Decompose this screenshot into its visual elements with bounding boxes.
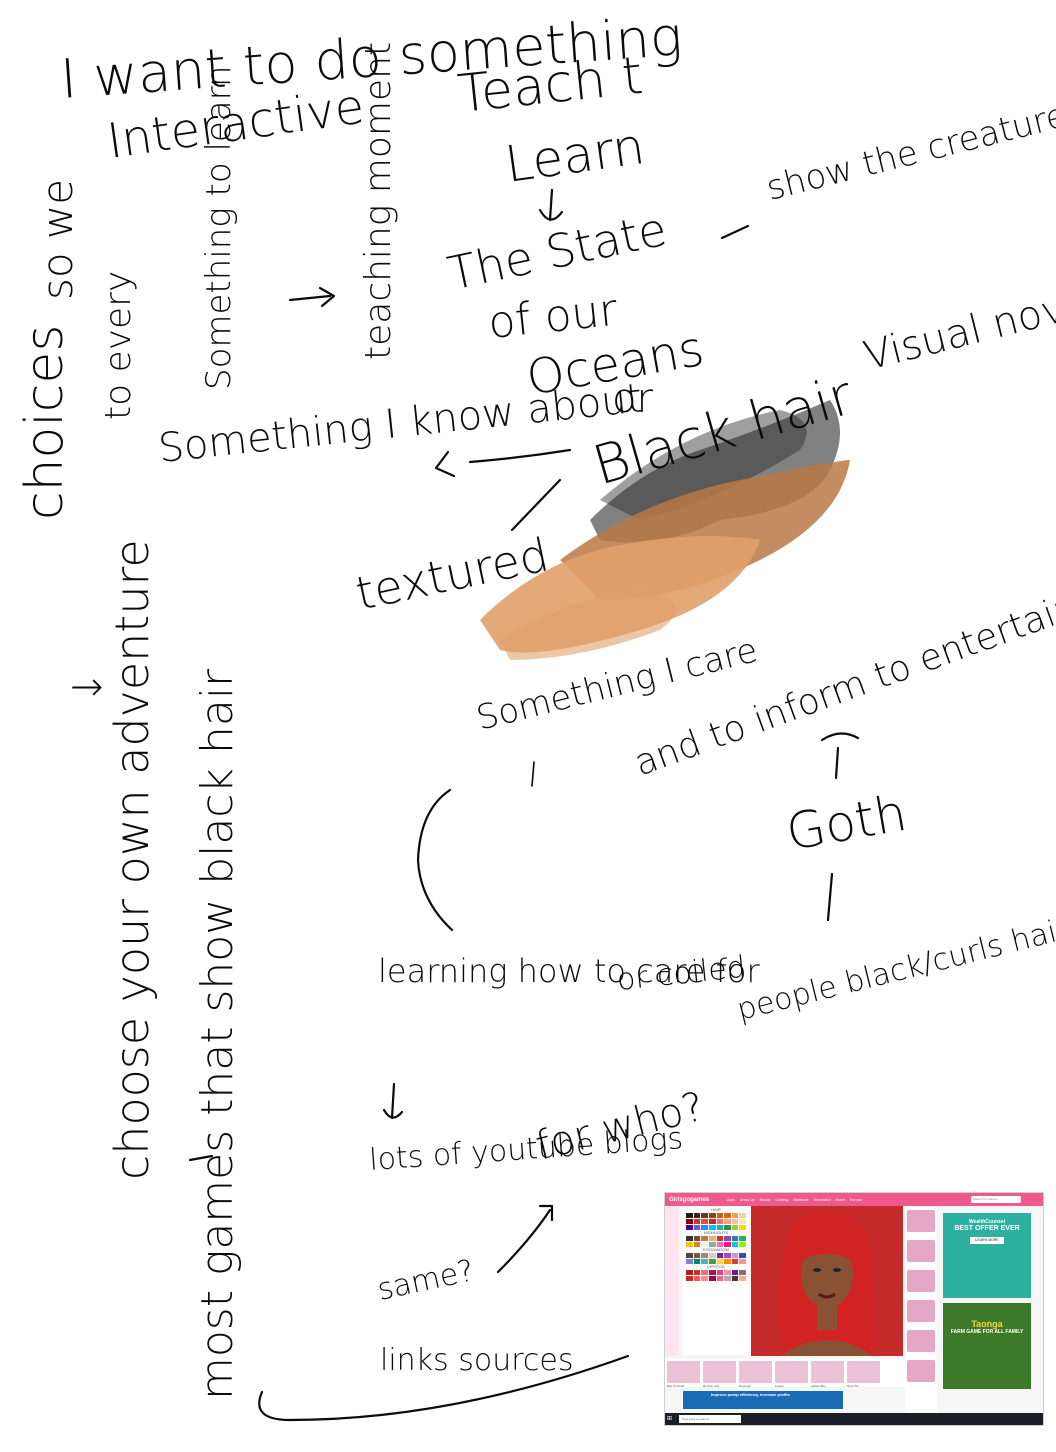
- strip-item[interactable]: Dreamygirl: [739, 1361, 772, 1388]
- nav-cooking[interactable]: Cooking: [776, 1198, 789, 1202]
- arrow-up-same: [496, 1204, 554, 1274]
- note-teaching-moment: teaching moment: [358, 42, 399, 360]
- note-choose-your-own: choose your own adventure: [105, 539, 159, 1180]
- site-header: Girlsgogames Apps Dress Up Beauty Cookin…: [665, 1193, 1043, 1206]
- nav-makeover[interactable]: Makeover: [793, 1198, 808, 1202]
- bottom-banner-ad[interactable]: Improve pump efficiency, increase profit…: [683, 1391, 843, 1409]
- game-stage[interactable]: [751, 1206, 903, 1356]
- note-to-every: to every: [98, 271, 139, 420]
- arrow-left-something: [434, 448, 572, 478]
- nav-decoration[interactable]: Decoration: [814, 1198, 831, 1202]
- hair-swatches[interactable]: [683, 1213, 749, 1230]
- strip-item-label: Dreamygirl: [739, 1385, 752, 1388]
- site-nav: Apps Dress Up Beauty Cooking Makeover De…: [727, 1198, 862, 1202]
- note-something-to-learn: Something to learn: [199, 65, 239, 390]
- strip-item-label: Fantasy: [775, 1385, 784, 1388]
- thumb-4[interactable]: [907, 1300, 935, 1322]
- nav-foryou[interactable]: For you: [850, 1198, 862, 1202]
- thumb-5[interactable]: [907, 1330, 935, 1352]
- search-input[interactable]: Search for Games: [971, 1196, 1021, 1203]
- nav-movie[interactable]: Movie: [836, 1198, 845, 1202]
- whiteboard-canvas: I want to do something Interactive Teach…: [0, 0, 1056, 1452]
- strip-item[interactable]: Fantasy: [775, 1361, 808, 1388]
- line-from-goth: [826, 872, 834, 922]
- ad-taonga[interactable]: Taonga FARM GAME FOR ALL FAMILY: [943, 1303, 1031, 1389]
- color-palette: HAIR HIGHLIGHTS EYESHADOW LIPSTICK: [683, 1207, 749, 1355]
- thumb-3[interactable]: [907, 1270, 935, 1292]
- tick-mark: [531, 761, 535, 787]
- left-rail: [665, 1206, 679, 1356]
- arrow-down-learn: [538, 188, 564, 222]
- arrow-down-lots: [382, 1082, 404, 1120]
- strip-item[interactable]: My Prom Look: [703, 1361, 736, 1388]
- note-visual-novel: Visual novel? not for me: [859, 218, 1056, 380]
- note-learn: Learn: [502, 117, 648, 194]
- note-creatures: show the creatures of the sea?: [763, 43, 1056, 209]
- ad1-headline: BEST OFFER EVER: [954, 1225, 1020, 1232]
- thumb-6[interactable]: [907, 1360, 935, 1382]
- strip-item-label: My Prom Look: [703, 1385, 720, 1388]
- strip-item[interactable]: Back To School: [667, 1361, 700, 1388]
- ad1-learn-more-button[interactable]: LEARN MORE: [970, 1237, 1004, 1244]
- strip-item[interactable]: Show Hair: [847, 1361, 880, 1388]
- dash-connector: [720, 224, 750, 240]
- ad2-brand: Taonga: [971, 1319, 1003, 1329]
- ad-wealthcounsel[interactable]: WealthCounsel BEST OFFER EVER LEARN MORE: [943, 1213, 1031, 1298]
- note-most-games: most games that show black hair: [192, 668, 243, 1400]
- bracket-learning: [416, 788, 454, 932]
- strip-item-label: Back To School: [667, 1385, 685, 1388]
- note-same: same?: [374, 1253, 477, 1308]
- strip-item-label: Fashion Blog: [811, 1385, 826, 1388]
- eyeshadow-swatches[interactable]: [683, 1253, 749, 1264]
- related-games-strip: Back To School My Prom Look Dreamygirl F…: [665, 1359, 907, 1388]
- site-logo[interactable]: Girlsgogames: [665, 1197, 713, 1203]
- game-thumbnails: [905, 1207, 937, 1417]
- lipstick-swatches[interactable]: [683, 1270, 749, 1281]
- ad2-sub: FARM GAME FOR ALL FAMILY: [950, 1329, 1024, 1335]
- nav-apps[interactable]: Apps: [727, 1198, 735, 1202]
- thumb-2[interactable]: [907, 1240, 935, 1262]
- embedded-screenshot: Girlsgogames Apps Dress Up Beauty Cookin…: [664, 1192, 1044, 1426]
- strip-item[interactable]: Fashion Blog: [811, 1361, 844, 1388]
- note-so-we: so we: [33, 179, 82, 300]
- highlight-swatches[interactable]: [683, 1236, 749, 1247]
- windows-start-icon[interactable]: ⊞: [667, 1415, 675, 1423]
- thumb-1[interactable]: [907, 1210, 935, 1232]
- note-links: links sources: [380, 1343, 573, 1378]
- nav-beauty[interactable]: Beauty: [760, 1198, 771, 1202]
- note-choices: choices: [15, 325, 75, 520]
- avatar-figure: [779, 1211, 875, 1356]
- note-people-black: people black/curls hair or those without: [733, 850, 1056, 1028]
- arrow-right-1: [288, 286, 336, 308]
- line-to-textured: [510, 478, 562, 532]
- arrow-to-goth: [820, 732, 860, 780]
- strip-item-label: Show Hair: [847, 1385, 859, 1388]
- os-taskbar: ⊞ Type here to search: [665, 1413, 1043, 1425]
- note-goth: Goth: [782, 784, 911, 862]
- note-arrow-small: →: [70, 664, 104, 710]
- taskbar-search-input[interactable]: Type here to search: [679, 1415, 741, 1423]
- nav-dressup[interactable]: Dress Up: [740, 1198, 755, 1202]
